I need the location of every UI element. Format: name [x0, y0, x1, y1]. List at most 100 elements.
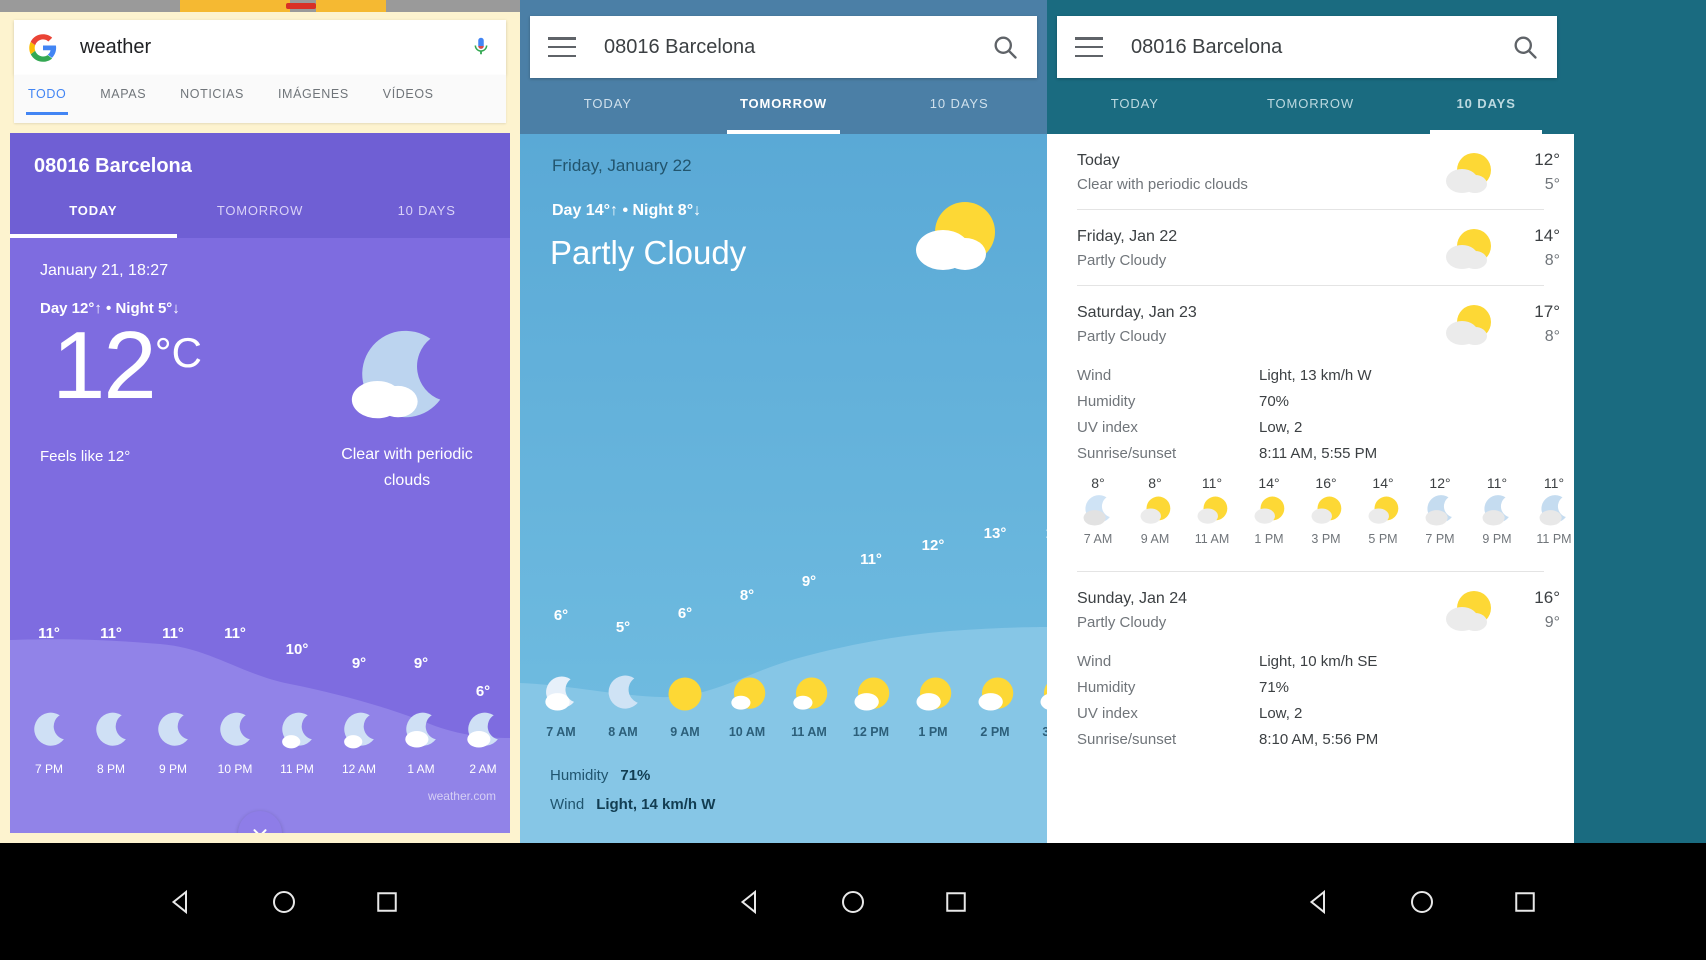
- moon-icon: [592, 674, 654, 720]
- hour-cell[interactable]: 12° 7 PM: [1411, 475, 1469, 546]
- tab-today-p2[interactable]: TODAY: [520, 78, 696, 134]
- weather-tab-10days[interactable]: 10 DAYS: [343, 197, 510, 238]
- hour-cell[interactable]: 13° 3 PM: [1026, 525, 1047, 739]
- weather-tab-today[interactable]: TODAY: [10, 197, 177, 238]
- recents-icon[interactable]: [941, 887, 971, 917]
- hour-cell[interactable]: 11° 11 PM: [1525, 475, 1574, 546]
- microphone-icon[interactable]: [470, 33, 492, 63]
- home-icon[interactable]: [1407, 887, 1437, 917]
- nav-segment-3: [1137, 843, 1706, 960]
- hour-label: 1 PM: [1254, 532, 1284, 546]
- tab-todo[interactable]: TODO: [25, 75, 69, 115]
- search-icon[interactable]: [1511, 33, 1539, 61]
- hour-cell[interactable]: 6° 2 AM: [452, 683, 510, 776]
- forecast-tabs-panel2: TODAY TOMORROW 10 DAYS: [520, 78, 1047, 134]
- tab-10days-p2[interactable]: 10 DAYS: [871, 78, 1047, 134]
- hour-cell[interactable]: 11° 7 PM: [18, 625, 80, 776]
- back-icon[interactable]: [166, 887, 196, 917]
- hour-cell[interactable]: 9° 1 AM: [390, 655, 452, 776]
- moon-cloud-icon: [1411, 494, 1469, 530]
- detail-key: Humidity: [1077, 679, 1136, 696]
- tab-tomorrow-p2[interactable]: TOMORROW: [696, 78, 872, 134]
- hourly-forecast-panel2[interactable]: 6° 7 AM 5° 8 AM 6° 9 AM 8° 10 AM 9° 11 AM 11°…: [520, 521, 1047, 739]
- ten-day-list[interactable]: Today Clear with periodic clouds 12° 5° F…: [1047, 134, 1574, 843]
- moon-cloud-icon: [1468, 494, 1526, 530]
- recents-icon[interactable]: [372, 887, 402, 917]
- tab-imagenes[interactable]: IMÁGENES: [278, 75, 349, 101]
- panel-google-search: weather TODO MAPAS NOTICIAS IMÁGENES VÍD…: [0, 0, 520, 843]
- hour-cell[interactable]: 14° 1 PM: [1240, 475, 1298, 546]
- hour-label: 9 AM: [670, 725, 700, 739]
- detail-key: Wind: [1077, 653, 1112, 670]
- hour-cell[interactable]: 6° 7 AM: [530, 607, 592, 739]
- home-icon[interactable]: [269, 887, 299, 917]
- tab-videos[interactable]: VÍDEOS: [383, 75, 434, 101]
- weather-tab-tomorrow[interactable]: TOMORROW: [177, 197, 344, 238]
- detail-value: Low, 2: [1259, 419, 1303, 436]
- hour-cell[interactable]: 10° 11 PM: [266, 641, 328, 776]
- hour-cell[interactable]: 11° 9 PM: [142, 625, 204, 776]
- day-row-today[interactable]: Today Clear with periodic clouds 12° 5°: [1047, 134, 1574, 209]
- search-query-text[interactable]: weather: [80, 36, 470, 59]
- browser-tab-2[interactable]: [316, 0, 386, 12]
- detail-row-humidity: Humidity 71%: [1077, 679, 1544, 696]
- hour-temp: 9°: [413, 655, 429, 672]
- moon-cloud-icon: [344, 330, 452, 430]
- location-text-panel3[interactable]: 08016 Barcelona: [1131, 36, 1511, 59]
- day-name: Friday, Jan 22: [1077, 228, 1178, 245]
- hour-temp: 14°: [1372, 475, 1394, 491]
- tab-noticias[interactable]: NOTICIAS: [180, 75, 244, 101]
- weather-condition: Clear with periodic clouds: [341, 446, 473, 489]
- forecast-condition-panel2: Partly Cloudy: [550, 234, 747, 271]
- hamburger-menu-icon[interactable]: [1075, 37, 1103, 57]
- hour-temp: 13°: [1026, 525, 1047, 542]
- hour-cell[interactable]: 8° 9 AM: [1126, 475, 1184, 546]
- hour-cell[interactable]: 12° 1 PM: [902, 537, 964, 739]
- weather-source[interactable]: weather.com: [428, 789, 496, 803]
- hour-cell[interactable]: 13° 2 PM: [964, 525, 1026, 739]
- tab-today-p3[interactable]: TODAY: [1047, 78, 1223, 134]
- day-row-friday[interactable]: Friday, Jan 22 Partly Cloudy 14° 8°: [1047, 210, 1574, 285]
- location-text-panel2[interactable]: 08016 Barcelona: [604, 36, 991, 59]
- hour-cell[interactable]: 11° 9 PM: [1468, 475, 1526, 546]
- day-row-saturday[interactable]: Saturday, Jan 23 Partly Cloudy 17° 8°: [1047, 286, 1574, 361]
- hour-cell[interactable]: 5° 8 AM: [592, 619, 654, 739]
- hour-label: 11 PM: [280, 762, 314, 776]
- detail-key: UV index: [1077, 705, 1138, 722]
- panels-row: weather TODO MAPAS NOTICIAS IMÁGENES VÍD…: [0, 0, 1706, 843]
- hamburger-menu-icon[interactable]: [548, 37, 576, 57]
- hour-temp: 5°: [615, 619, 631, 636]
- temp-value: 12: [52, 312, 157, 419]
- tab-mapas[interactable]: MAPAS: [100, 75, 146, 101]
- hour-cell[interactable]: 6° 9 AM: [654, 605, 716, 739]
- hourly-forecast-panel3[interactable]: 8° 7 AM 8° 9 AM 11° 11 AM 14° 1 PM 16° 3 PM 1…: [1069, 475, 1574, 571]
- search-icon[interactable]: [991, 33, 1019, 61]
- hour-cell[interactable]: 11° 12 PM: [840, 551, 902, 739]
- day-low: 9°: [1544, 614, 1560, 631]
- hour-cell[interactable]: 9° 12 AM: [328, 655, 390, 776]
- recents-icon[interactable]: [1510, 887, 1540, 917]
- back-icon[interactable]: [1304, 887, 1334, 917]
- hour-cell[interactable]: 11° 8 PM: [80, 625, 142, 776]
- home-icon[interactable]: [838, 887, 868, 917]
- hour-cell[interactable]: 11° 11 AM: [1183, 475, 1241, 546]
- google-search-bar[interactable]: weather: [14, 20, 506, 75]
- hour-temp: 8°: [1091, 475, 1105, 491]
- hour-cell[interactable]: 14° 5 PM: [1354, 475, 1412, 546]
- meta-key: Humidity: [550, 767, 609, 784]
- hour-cell[interactable]: 8° 10 AM: [716, 587, 778, 739]
- hour-cell[interactable]: 11° 10 PM: [204, 625, 266, 776]
- browser-tab-1[interactable]: [180, 0, 290, 12]
- detail-value: 70%: [1259, 393, 1290, 410]
- hour-temp: 13°: [983, 525, 1007, 542]
- hour-cell[interactable]: 9° 11 AM: [778, 573, 840, 739]
- detail-key: Sunrise/sunset: [1077, 731, 1177, 748]
- hour-label: 10 PM: [217, 762, 253, 776]
- hour-cell[interactable]: 16° 3 PM: [1297, 475, 1355, 546]
- tab-tomorrow-p3[interactable]: TOMORROW: [1223, 78, 1399, 134]
- back-icon[interactable]: [735, 887, 765, 917]
- day-row-sunday[interactable]: Sunday, Jan 24 Partly Cloudy 16° 9°: [1047, 572, 1574, 647]
- hour-cell[interactable]: 8° 7 AM: [1069, 475, 1127, 546]
- tab-10days-p3[interactable]: 10 DAYS: [1398, 78, 1574, 134]
- hour-label: 11 AM: [1194, 532, 1230, 546]
